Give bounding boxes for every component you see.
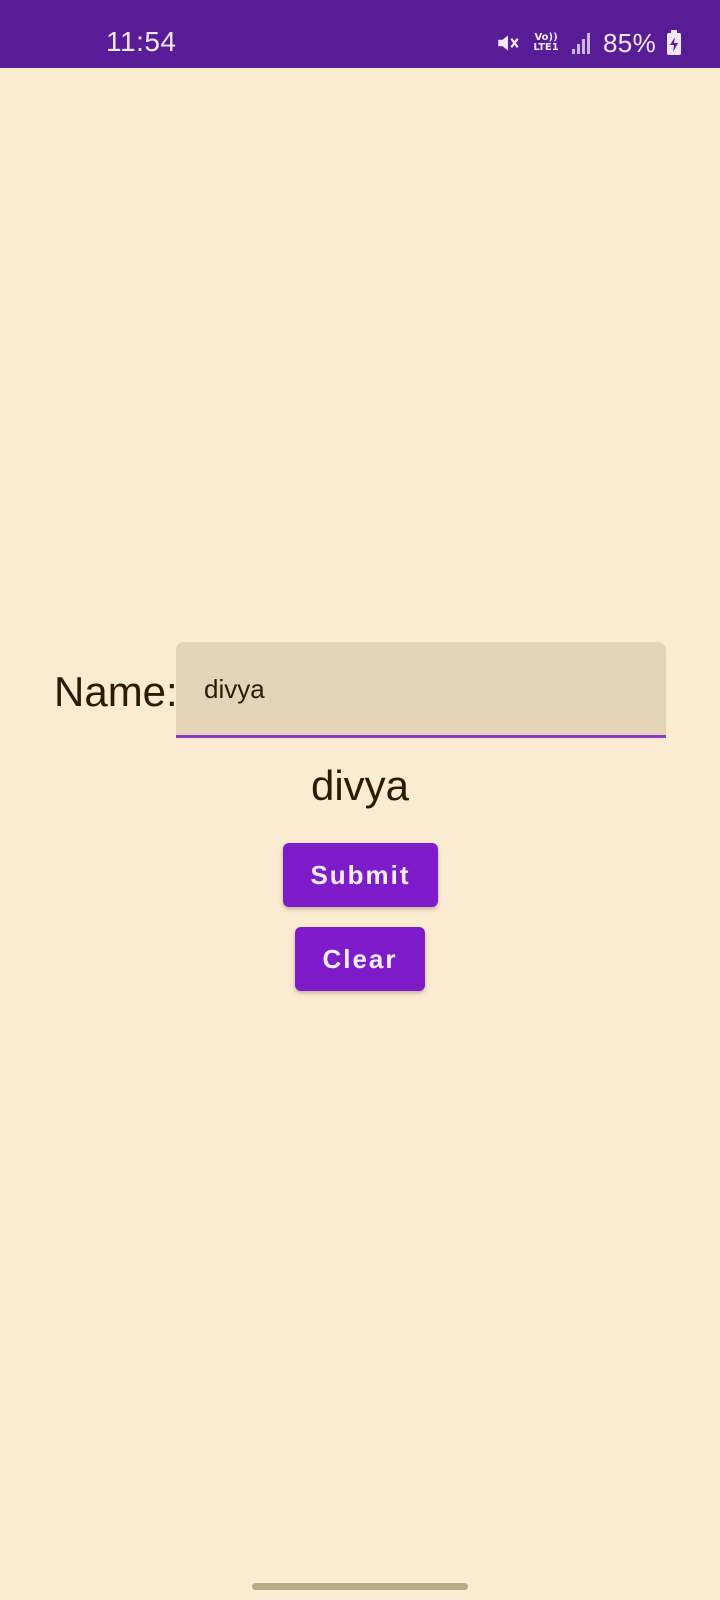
mute-icon bbox=[495, 30, 521, 56]
battery-percent: 85% bbox=[603, 27, 656, 58]
volte-bottom-label: LTE1 bbox=[533, 42, 559, 53]
output-text: divya bbox=[310, 762, 410, 809]
submit-button[interactable]: Submit bbox=[283, 843, 438, 907]
status-bar: 11:54 Vo)) LTE1 85% bbox=[0, 0, 720, 68]
status-icons: Vo)) LTE1 85% bbox=[495, 26, 682, 60]
home-indicator[interactable] bbox=[252, 1583, 468, 1590]
clear-button[interactable]: Clear bbox=[295, 927, 425, 991]
name-input[interactable]: divya bbox=[176, 642, 666, 738]
name-label: Name: bbox=[54, 668, 178, 715]
signal-icon bbox=[571, 31, 593, 55]
battery-charging-icon bbox=[666, 30, 682, 56]
volte-icon: Vo)) LTE1 bbox=[531, 33, 561, 53]
name-input-value: divya bbox=[204, 674, 265, 704]
status-time: 11:54 bbox=[106, 26, 177, 57]
name-form-row: Name: divya bbox=[54, 642, 666, 740]
